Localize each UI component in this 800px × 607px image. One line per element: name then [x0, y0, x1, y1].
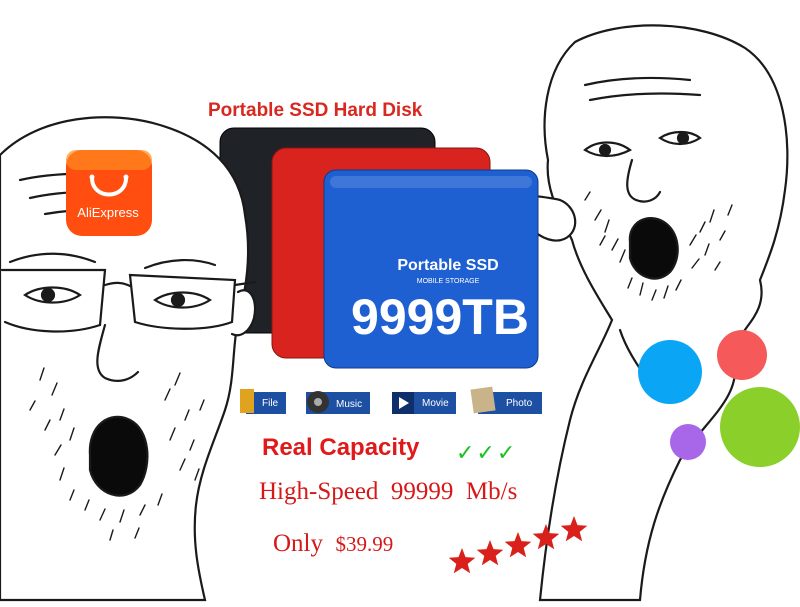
speed-value: 99999: [390, 478, 454, 505]
aliexpress-logo: [66, 150, 152, 236]
media-tiles: [240, 386, 542, 414]
rating-star: [504, 532, 532, 558]
checkmarks: ✓✓✓: [456, 440, 518, 465]
dot-green: [720, 387, 800, 467]
price-only: Only: [273, 530, 323, 557]
dot-purple: [670, 424, 706, 460]
rating-star: [476, 540, 504, 566]
ssd-capacity: 9999TB: [351, 289, 529, 345]
price-value: $39.99: [335, 532, 394, 556]
real-capacity-claim: Real Capacity: [262, 434, 420, 461]
meme-drawing: Portable SSD MOBILE STORAGE 9999TB: [0, 24, 800, 602]
media-label-movie: Movie: [422, 398, 449, 409]
price-claim: Only $39.99: [273, 530, 393, 558]
speed-unit: Mb/s: [465, 478, 518, 505]
ssd-label: Portable SSD: [397, 257, 498, 274]
media-label-file: File: [262, 398, 279, 409]
aliexpress-label: AliExpress: [77, 205, 139, 220]
speed-prefix: High-Speed: [259, 478, 379, 505]
dot-red: [717, 330, 767, 380]
rating-star: [448, 548, 476, 574]
media-label-photo: Photo: [506, 398, 533, 409]
dot-blue: [638, 340, 702, 404]
product-heading: Portable SSD Hard Disk: [208, 100, 423, 121]
meme-scene: Portable SSD MOBILE STORAGE 9999TB: [0, 0, 800, 602]
media-label-music: Music: [336, 399, 363, 410]
speed-claim: High-Speed 99999 Mb/s: [259, 478, 517, 506]
ssd-sublabel: MOBILE STORAGE: [417, 278, 480, 285]
ssd-product-image: Portable SSD MOBILE STORAGE 9999TB: [219, 127, 539, 369]
